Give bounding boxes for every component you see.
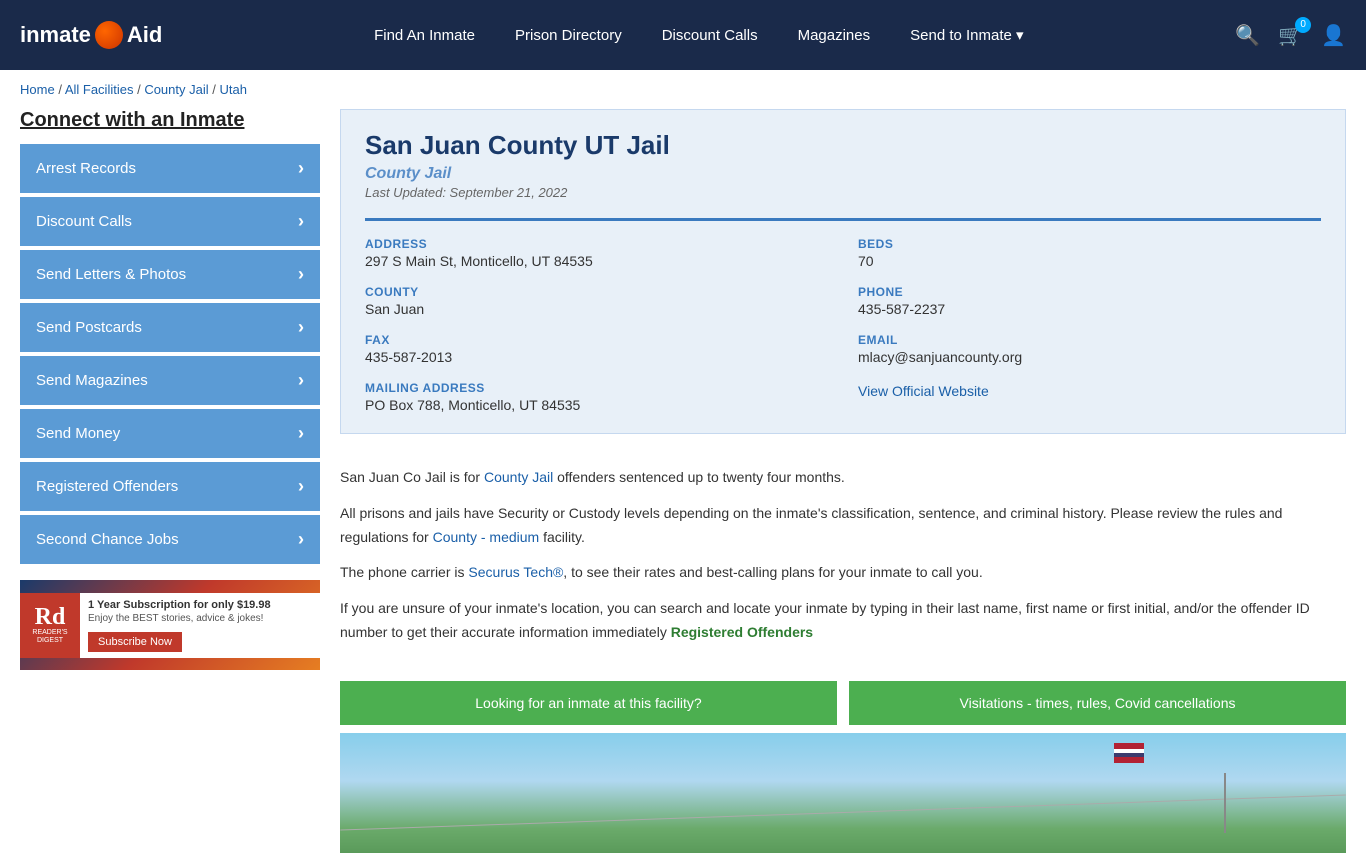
nav-magazines[interactable]: Magazines (798, 27, 871, 44)
logo[interactable]: inmate Aid (20, 21, 162, 49)
find-inmate-button[interactable]: Looking for an inmate at this facility? (340, 681, 837, 725)
sidebar: Connect with an Inmate Arrest Records › … (20, 109, 320, 853)
chevron-right-icon: › (298, 264, 304, 285)
action-buttons: Looking for an inmate at this facility? … (340, 681, 1346, 725)
sidebar-item-postcards[interactable]: Send Postcards › (20, 303, 320, 352)
chevron-right-icon: › (298, 423, 304, 444)
website-link[interactable]: View Official Website (858, 383, 989, 399)
sidebar-item-letters-photos[interactable]: Send Letters & Photos › (20, 250, 320, 299)
cart-icon[interactable]: 🛒 0 (1278, 23, 1303, 48)
chevron-right-icon: › (298, 317, 304, 338)
facility-name: San Juan County UT Jail (365, 130, 1321, 161)
beds-value: 70 (858, 253, 1321, 269)
beds-label: BEDS (858, 237, 1321, 251)
content-area: San Juan County UT Jail County Jail Last… (340, 109, 1346, 853)
chevron-right-icon: › (298, 211, 304, 232)
desc-paragraph-3: The phone carrier is Securus Tech®, to s… (340, 561, 1346, 585)
main-nav: Find An Inmate Prison Directory Discount… (192, 26, 1205, 44)
phone-label: PHONE (858, 285, 1321, 299)
cart-badge: 0 (1295, 17, 1311, 33)
ad-headline: 1 Year Subscription for only $19.98 (88, 599, 312, 611)
flag-pole (1224, 773, 1226, 833)
facility-card: San Juan County UT Jail County Jail Last… (340, 109, 1346, 434)
chevron-right-icon: › (298, 158, 304, 179)
nav-find-inmate[interactable]: Find An Inmate (374, 27, 475, 44)
county-jail-link[interactable]: County Jail (484, 469, 553, 485)
header-actions: 🔍 🛒 0 👤 (1235, 23, 1346, 48)
breadcrumb: Home / All Facilities / County Jail / Ut… (0, 70, 1366, 109)
sidebar-item-arrest-records[interactable]: Arrest Records › (20, 144, 320, 193)
mailing-value: PO Box 788, Monticello, UT 84535 (365, 397, 828, 413)
breadcrumb-all-facilities[interactable]: All Facilities (65, 82, 134, 97)
sidebar-item-discount-calls[interactable]: Discount Calls › (20, 197, 320, 246)
securus-link[interactable]: Securus Tech® (468, 564, 563, 580)
nav-prison-directory[interactable]: Prison Directory (515, 27, 622, 44)
email-label: EMAIL (858, 333, 1321, 347)
county-label: COUNTY (365, 285, 828, 299)
county-value: San Juan (365, 301, 828, 317)
visitations-button[interactable]: Visitations - times, rules, Covid cancel… (849, 681, 1346, 725)
county-field: COUNTY San Juan (365, 285, 828, 317)
site-header: inmate Aid Find An Inmate Prison Directo… (0, 0, 1366, 70)
phone-field: PHONE 435-587-2237 (858, 285, 1321, 317)
desc-paragraph-4: If you are unsure of your inmate's locat… (340, 597, 1346, 645)
facility-type: County Jail (365, 165, 1321, 183)
address-value: 297 S Main St, Monticello, UT 84535 (365, 253, 828, 269)
breadcrumb-utah[interactable]: Utah (219, 82, 246, 97)
facility-info-grid: ADDRESS 297 S Main St, Monticello, UT 84… (365, 218, 1321, 413)
nav-send-to-inmate[interactable]: Send to Inmate ▾ (910, 26, 1023, 44)
search-icon[interactable]: 🔍 (1235, 23, 1260, 48)
desc-paragraph-2: All prisons and jails have Security or C… (340, 502, 1346, 550)
fax-value: 435-587-2013 (365, 349, 828, 365)
chevron-right-icon: › (298, 529, 304, 550)
chevron-right-icon: › (298, 476, 304, 497)
sidebar-item-magazines[interactable]: Send Magazines › (20, 356, 320, 405)
ad-subtext: Enjoy the BEST stories, advice & jokes! (88, 613, 312, 624)
address-label: ADDRESS (365, 237, 828, 251)
breadcrumb-county-jail[interactable]: County Jail (144, 82, 208, 97)
sidebar-item-money[interactable]: Send Money › (20, 409, 320, 458)
email-field: EMAIL mlacy@sanjuancounty.org (858, 333, 1321, 365)
advertisement: Rd READER'SDIGEST 1 Year Subscription fo… (20, 580, 320, 670)
address-field: ADDRESS 297 S Main St, Monticello, UT 84… (365, 237, 828, 269)
registered-offenders-link[interactable]: Registered Offenders (671, 624, 813, 640)
website-field: View Official Website (858, 381, 1321, 413)
mailing-label: MAILING ADDRESS (365, 381, 828, 395)
facility-description: San Juan Co Jail is for County Jail offe… (340, 450, 1346, 673)
facility-updated: Last Updated: September 21, 2022 (365, 185, 1321, 200)
sidebar-menu: Arrest Records › Discount Calls › Send L… (20, 144, 320, 564)
fax-label: FAX (365, 333, 828, 347)
sidebar-item-jobs[interactable]: Second Chance Jobs › (20, 515, 320, 564)
wire-decoration (340, 794, 1345, 830)
desc-paragraph-1: San Juan Co Jail is for County Jail offe… (340, 466, 1346, 490)
mailing-field: MAILING ADDRESS PO Box 788, Monticello, … (365, 381, 828, 413)
nav-discount-calls[interactable]: Discount Calls (662, 27, 758, 44)
main-content: Connect with an Inmate Arrest Records › … (0, 109, 1366, 853)
ad-subscribe-button[interactable]: Subscribe Now (88, 632, 182, 652)
flag-icon (1114, 743, 1144, 763)
breadcrumb-home[interactable]: Home (20, 82, 55, 97)
fax-field: FAX 435-587-2013 (365, 333, 828, 365)
sidebar-item-registered-offenders[interactable]: Registered Offenders › (20, 462, 320, 511)
email-value: mlacy@sanjuancounty.org (858, 349, 1321, 365)
sidebar-title: Connect with an Inmate (20, 109, 320, 132)
phone-value: 435-587-2237 (858, 301, 1321, 317)
chevron-right-icon: › (298, 370, 304, 391)
beds-field: BEDS 70 (858, 237, 1321, 269)
facility-image (340, 733, 1346, 853)
user-icon[interactable]: 👤 (1321, 23, 1346, 48)
county-medium-link[interactable]: County - medium (433, 529, 540, 545)
logo-icon (95, 21, 123, 49)
